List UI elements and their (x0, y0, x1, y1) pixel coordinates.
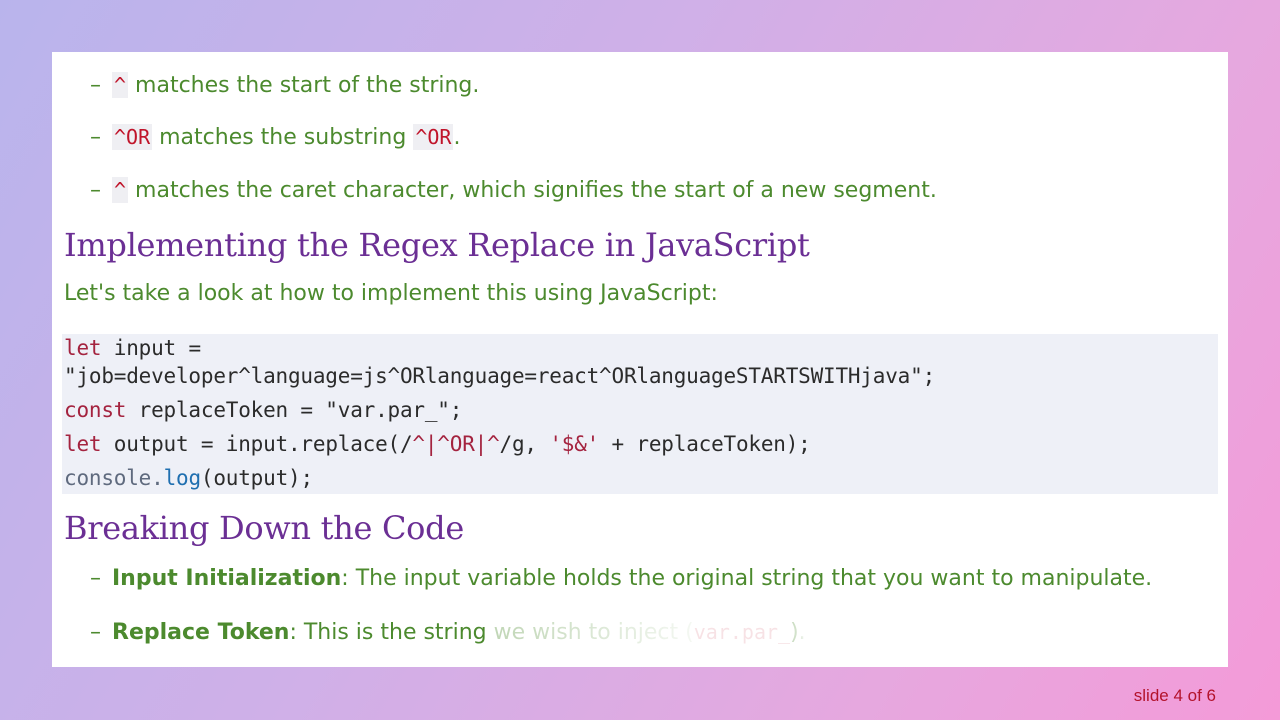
regex-literal: ^|^OR|^ (412, 432, 500, 456)
inline-code: ^ (112, 72, 129, 98)
dash-marker: – (90, 73, 101, 98)
keyword: let (64, 432, 102, 456)
bullet-caret-character: – ^ matches the caret character, which si… (90, 175, 937, 206)
bullet-replace-token: – Replace Token: This is the string we wi… (90, 617, 806, 648)
inline-code: ^ (112, 177, 129, 203)
code-function: log (163, 466, 202, 490)
bullet-or-substring: – ^OR matches the substring ^OR. (90, 122, 460, 153)
code-text: /g, (499, 432, 550, 456)
bullet-label: Input Initialization (112, 566, 342, 591)
keyword: const (64, 398, 127, 422)
code-line-4: console.log(output); (64, 466, 313, 490)
bullet-text: : The input variable holds the original … (341, 566, 1153, 591)
bullet-text: matches the caret character, which signi… (128, 178, 937, 203)
string-literal: "job=developer^language=js^ORlanguage=re… (64, 364, 936, 388)
heading-implementing: Implementing the Regex Replace in JavaSc… (64, 226, 810, 264)
code-text: + replaceToken); (599, 432, 811, 456)
bullet-text: matches the start of the string. (128, 73, 480, 98)
dash-marker: – (90, 178, 101, 203)
bullet-caret-start: – ^ matches the start of the string. (90, 70, 479, 101)
code-line-3: let output = input.replace(/^|^OR|^/g, '… (64, 432, 811, 456)
intro-text: Let's take a look at how to implement th… (64, 281, 718, 306)
code-text: replaceToken = "var.par_"; (126, 398, 463, 422)
keyword: let (64, 336, 102, 360)
code-dot: . (151, 466, 164, 490)
slide-content: – ^ matches the start of the string. – ^OR… (52, 52, 1228, 667)
inline-code: ^OR (112, 124, 153, 150)
code-text: output = input.replace(/ (101, 432, 413, 456)
dash-marker: – (90, 125, 101, 150)
bullet-text: : This is the string (289, 620, 494, 645)
dash-marker: – (90, 566, 101, 591)
code-block: let input = "job=developer^language=js^O… (62, 334, 1218, 494)
inline-code: ^OR (413, 124, 454, 150)
string-literal: '$&' (549, 432, 600, 456)
bullet-tail: . (453, 125, 461, 150)
dash-marker: – (90, 620, 101, 645)
code-text: input = (101, 336, 201, 360)
bullet-input-initialization: – Input Initialization: The input variabl… (90, 564, 1152, 594)
slide-counter: slide 4 of 6 (1133, 686, 1216, 705)
faded-tail: ). (790, 620, 806, 645)
code-object: console (64, 466, 152, 490)
bullet-text: matches the substring (152, 125, 414, 150)
faded-inline-code: var.par_ (693, 620, 791, 644)
code-line-1: let input = (64, 336, 201, 360)
code-line-2: const replaceToken = "var.par_"; (64, 398, 462, 422)
faded-text: we wish to inject ( (493, 620, 694, 645)
code-line-1-continued: "job=developer^language=js^ORlanguage=re… (64, 364, 935, 388)
bullet-label: Replace Token (112, 620, 290, 645)
heading-breaking-down: Breaking Down the Code (64, 509, 464, 547)
code-text: (output); (200, 466, 313, 490)
